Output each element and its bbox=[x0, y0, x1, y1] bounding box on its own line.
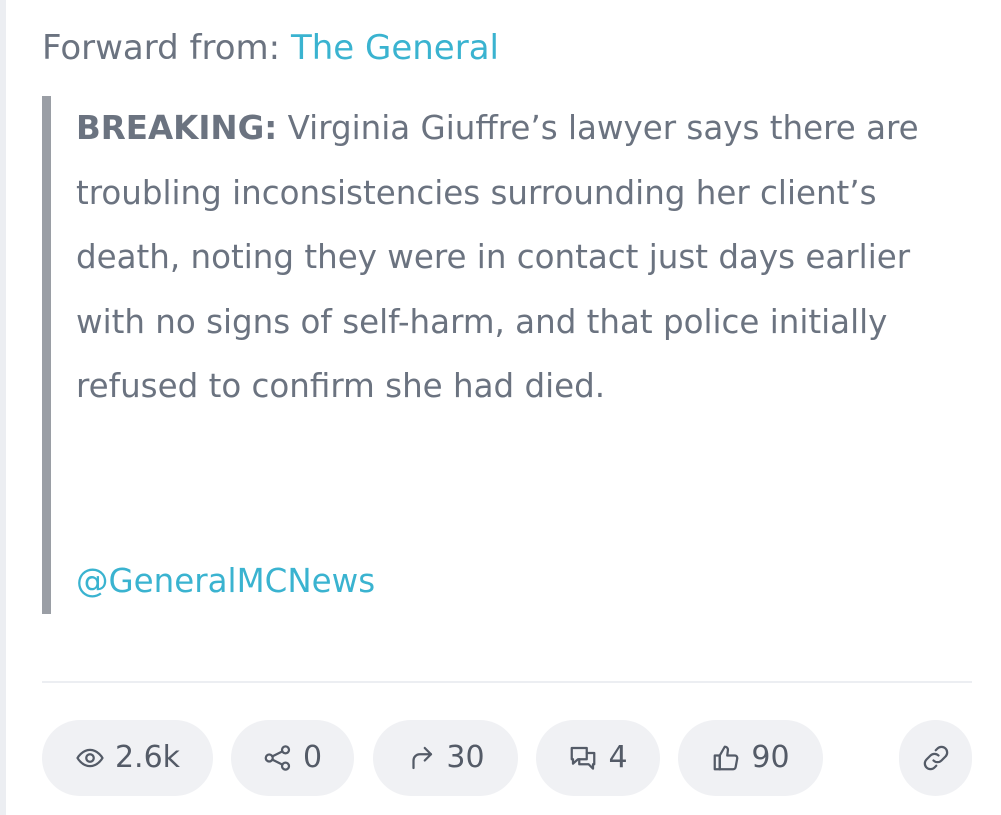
forwards-count: 30 bbox=[446, 740, 485, 775]
forward-source-link[interactable]: The General bbox=[291, 28, 499, 68]
share-icon bbox=[263, 743, 293, 773]
breaking-label: BREAKING: bbox=[76, 109, 278, 147]
likes-count: 90 bbox=[751, 740, 790, 775]
comments-button[interactable]: 4 bbox=[536, 720, 660, 796]
views-count: 2.6k bbox=[114, 740, 181, 775]
comments-icon bbox=[568, 743, 598, 773]
left-border bbox=[0, 0, 6, 815]
post-text: Virginia Giuffre’s lawyer says there are… bbox=[76, 109, 919, 405]
forward-header: Forward from: The General bbox=[42, 26, 499, 70]
post-quote: BREAKING: Virginia Giuffre’s lawyer says… bbox=[42, 96, 972, 614]
divider bbox=[42, 681, 972, 683]
forward-arrow-icon bbox=[406, 743, 436, 773]
forwards-button[interactable]: 30 bbox=[373, 720, 518, 796]
comments-count: 4 bbox=[608, 740, 628, 775]
post-body: BREAKING: Virginia Giuffre’s lawyer says… bbox=[76, 96, 976, 419]
channel-handle-link[interactable]: @GeneralMCNews bbox=[76, 549, 375, 614]
link-icon bbox=[921, 743, 951, 773]
quote-bar bbox=[42, 96, 51, 614]
thumbs-up-icon bbox=[711, 743, 741, 773]
copy-link-button[interactable] bbox=[899, 720, 972, 796]
views-button[interactable]: 2.6k bbox=[42, 720, 213, 796]
eye-icon bbox=[75, 743, 105, 773]
likes-button[interactable]: 90 bbox=[678, 720, 823, 796]
forward-prefix: Forward from: bbox=[42, 28, 281, 68]
shares-button[interactable]: 0 bbox=[231, 720, 354, 796]
shares-count: 0 bbox=[302, 740, 323, 775]
